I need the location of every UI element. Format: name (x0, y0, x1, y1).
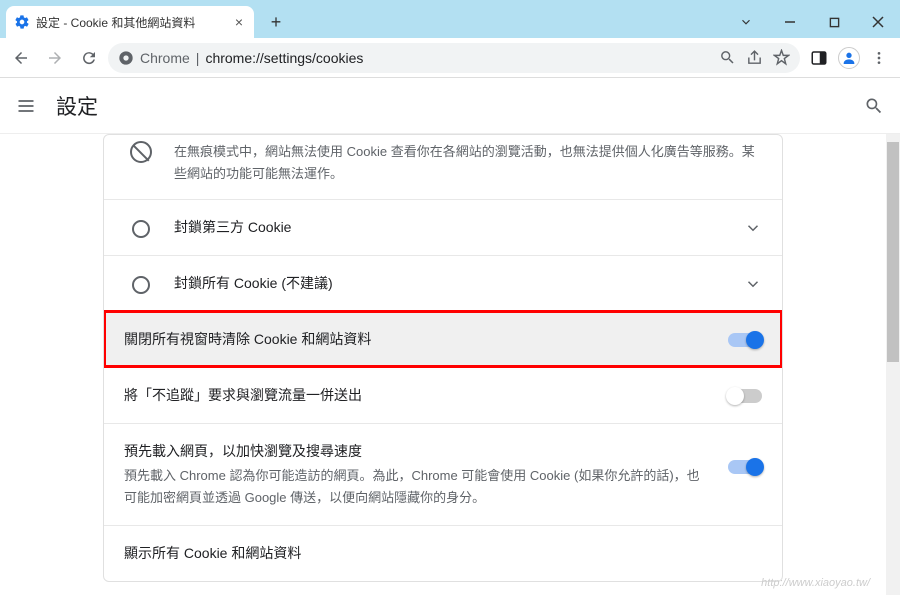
back-button[interactable] (6, 43, 36, 73)
window-dropdown-icon[interactable] (724, 6, 768, 38)
bookmark-icon[interactable] (773, 49, 790, 66)
zoom-icon[interactable] (719, 49, 736, 66)
browser-tab[interactable]: 設定 - Cookie 和其他網站資料 × (6, 6, 254, 38)
watermark: http://www.xiaoyao.tw/ (761, 577, 870, 589)
url-text: Chrome|chrome://settings/cookies (140, 50, 363, 66)
window-close-icon[interactable] (856, 6, 900, 38)
do-not-track-row[interactable]: 將「不追蹤」要求與瀏覽流量一併送出 (104, 367, 782, 423)
row-label: 預先載入網頁，以加快瀏覽及搜尋速度 (124, 440, 712, 462)
incognito-block-row: 在無痕模式中，網站無法使用 Cookie 查看你在各網站的瀏覽活動，也無法提供個… (104, 135, 782, 199)
hamburger-menu-icon[interactable] (16, 96, 40, 116)
reload-button[interactable] (74, 43, 104, 73)
settings-favicon (14, 14, 30, 30)
forward-button[interactable] (40, 43, 70, 73)
row-label: 封鎖第三方 Cookie (174, 216, 728, 238)
preload-toggle[interactable] (728, 460, 762, 474)
browser-toolbar: Chrome|chrome://settings/cookies (0, 38, 900, 78)
row-label: 關閉所有視窗時清除 Cookie 和網站資料 (124, 328, 712, 350)
window-maximize-icon[interactable] (812, 6, 856, 38)
scrollbar[interactable] (886, 134, 900, 595)
side-panel-icon[interactable] (804, 43, 834, 73)
block-third-party-radio-row[interactable]: 封鎖第三方 Cookie (104, 199, 782, 255)
share-icon[interactable] (746, 49, 763, 66)
radio-icon (132, 276, 150, 294)
kebab-menu-icon[interactable] (864, 43, 894, 73)
page-title: 設定 (56, 91, 98, 121)
profile-avatar[interactable] (838, 47, 860, 69)
row-description: 預先載入 Chrome 認為你可能造訪的網頁。為此，Chrome 可能會使用 C… (124, 465, 712, 509)
window-controls (724, 6, 900, 38)
preload-pages-row[interactable]: 預先載入網頁，以加快瀏覽及搜尋速度 預先載入 Chrome 認為你可能造訪的網頁… (104, 423, 782, 525)
block-icon (130, 141, 152, 163)
dnt-toggle[interactable] (728, 389, 762, 403)
incognito-description: 在無痕模式中，網站無法使用 Cookie 查看你在各網站的瀏覽活動，也無法提供個… (174, 141, 762, 185)
radio-icon (132, 220, 150, 238)
row-label: 顯示所有 Cookie 和網站資料 (124, 542, 762, 564)
chevron-down-icon[interactable] (744, 219, 762, 237)
search-icon[interactable] (864, 96, 884, 116)
tab-title: 設定 - Cookie 和其他網站資料 (36, 14, 226, 31)
new-tab-button[interactable]: + (262, 8, 290, 36)
window-titlebar: 設定 - Cookie 和其他網站資料 × + (0, 0, 900, 38)
window-minimize-icon[interactable] (768, 6, 812, 38)
chevron-down-icon[interactable] (744, 275, 762, 293)
cookies-settings-panel: 在無痕模式中，網站無法使用 Cookie 查看你在各網站的瀏覽活動，也無法提供個… (103, 134, 783, 582)
address-bar[interactable]: Chrome|chrome://settings/cookies (108, 43, 800, 73)
block-all-radio-row[interactable]: 封鎖所有 Cookie (不建議) (104, 255, 782, 311)
chrome-logo-icon (118, 50, 134, 66)
tab-close-icon[interactable]: × (232, 14, 246, 30)
settings-header: 設定 (0, 78, 900, 134)
see-all-cookies-row[interactable]: 顯示所有 Cookie 和網站資料 (104, 525, 782, 581)
row-label: 將「不追蹤」要求與瀏覽流量一併送出 (124, 384, 712, 406)
clear-on-exit-toggle[interactable] (728, 333, 762, 347)
clear-on-exit-row[interactable]: 關閉所有視窗時清除 Cookie 和網站資料 (104, 311, 782, 367)
scrollbar-thumb[interactable] (887, 142, 899, 362)
row-label: 封鎖所有 Cookie (不建議) (174, 272, 728, 294)
